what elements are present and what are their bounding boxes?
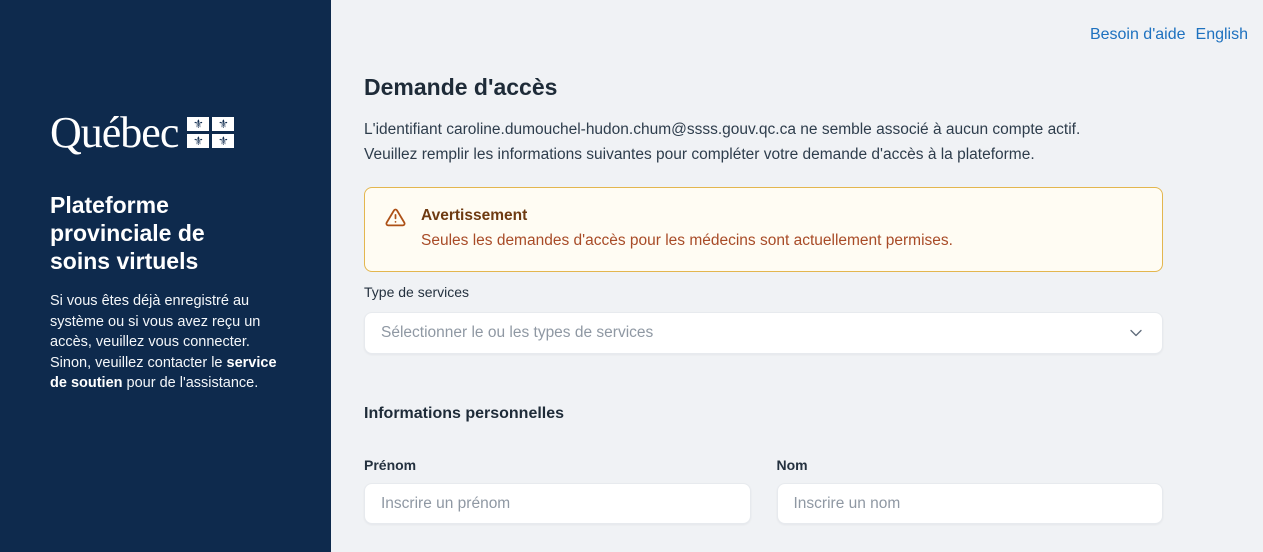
warning-title: Avertissement <box>421 206 953 226</box>
service-type-select[interactable]: Sélectionner le ou les types de services <box>364 312 1163 354</box>
sidebar-title: Plateforme provinciale de soins virtuels <box>50 191 291 275</box>
top-links: Besoin d'aide English <box>1090 26 1248 44</box>
access-request-form: Demande d'accès L'identifiant caroline.d… <box>364 72 1163 524</box>
fleur-de-lis-icon: ⚜ <box>212 134 234 148</box>
language-link[interactable]: English <box>1196 26 1248 44</box>
warning-message: Seules les demandes d'accès pour les méd… <box>421 230 953 252</box>
service-type-label: Type de services <box>364 284 1163 301</box>
personal-info-title: Informations personnelles <box>364 404 1163 424</box>
chevron-down-icon <box>1126 323 1146 343</box>
first-name-field: Prénom <box>364 457 751 524</box>
quebec-flag-icon: ⚜ ⚜ ⚜ ⚜ <box>187 117 234 148</box>
warning-content: Avertissement Seules les demandes d'accè… <box>421 206 953 252</box>
quebec-logo: Québec ⚜ ⚜ ⚜ ⚜ <box>50 113 291 157</box>
last-name-field: Nom <box>777 457 1164 524</box>
quebec-wordmark: Québec <box>50 113 178 153</box>
sidebar: Québec ⚜ ⚜ ⚜ ⚜ Plateforme provinciale de… <box>0 0 331 552</box>
last-name-label: Nom <box>777 457 1164 474</box>
page-title: Demande d'accès <box>364 72 1163 102</box>
fleur-de-lis-icon: ⚜ <box>187 117 209 131</box>
app-root: Québec ⚜ ⚜ ⚜ ⚜ Plateforme provinciale de… <box>0 0 1263 552</box>
sidebar-description: Si vous êtes déjà enregistré au système … <box>50 291 291 394</box>
intro-text: L'identifiant caroline.dumouchel-hudon.c… <box>364 117 1163 167</box>
help-link[interactable]: Besoin d'aide <box>1090 26 1186 44</box>
name-fields-row: Prénom Nom <box>364 457 1163 524</box>
main-area: Besoin d'aide English Demande d'accès L'… <box>331 0 1263 552</box>
last-name-input[interactable] <box>777 483 1164 524</box>
warning-banner: Avertissement Seules les demandes d'accè… <box>364 187 1163 272</box>
fleur-de-lis-icon: ⚜ <box>212 117 234 131</box>
fleur-de-lis-icon: ⚜ <box>187 134 209 148</box>
first-name-label: Prénom <box>364 457 751 474</box>
service-type-placeholder: Sélectionner le ou les types de services <box>381 324 653 342</box>
warning-triangle-icon <box>385 206 406 252</box>
first-name-input[interactable] <box>364 483 751 524</box>
